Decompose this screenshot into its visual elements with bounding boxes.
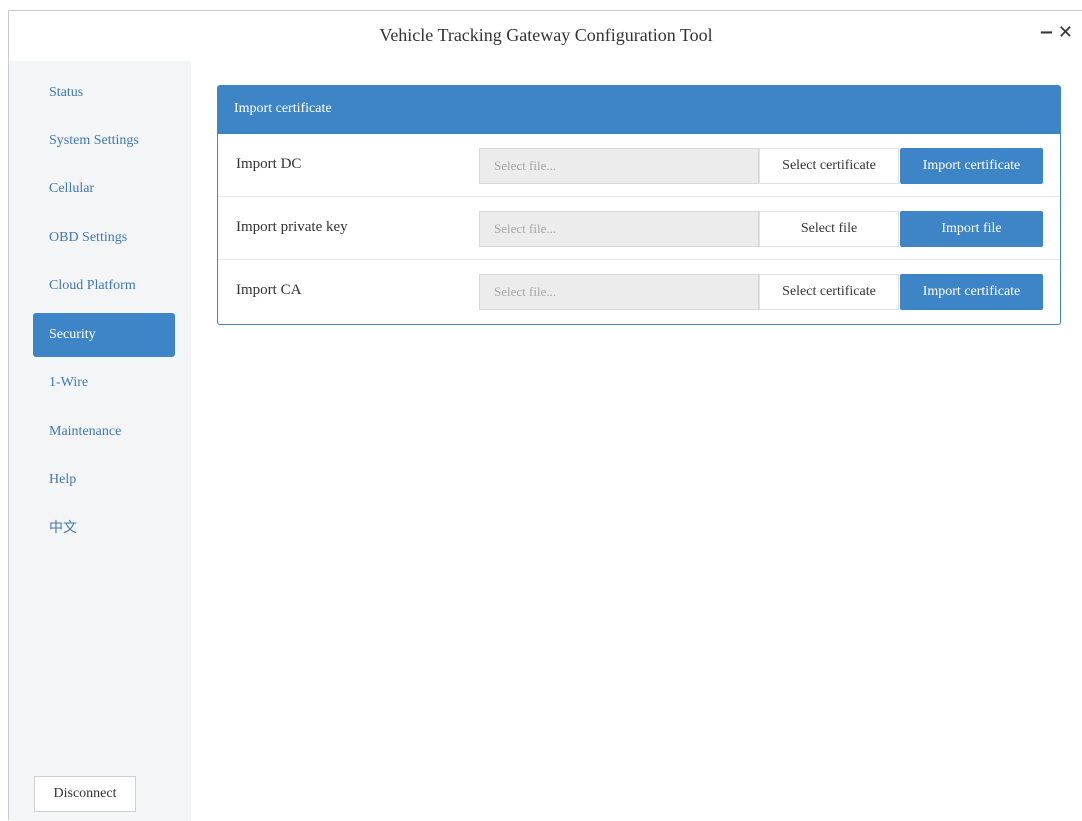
sidebar-item-help[interactable]: Help xyxy=(33,458,175,502)
close-icon[interactable]: ✕ xyxy=(1058,21,1073,45)
sidebar-item-cloud-platform[interactable]: Cloud Platform xyxy=(33,264,175,308)
app-window: Vehicle Tracking Gateway Configuration T… xyxy=(8,10,1082,821)
import-dc-file-input[interactable] xyxy=(479,148,759,184)
import-private-key-label: Import private key xyxy=(236,219,348,235)
sidebar-item-maintenance[interactable]: Maintenance xyxy=(33,410,175,454)
import-dc-label: Import DC xyxy=(236,156,302,172)
sidebar: Status System Settings Cellular OBD Sett… xyxy=(9,61,191,821)
sidebar-item-cellular[interactable]: Cellular xyxy=(33,167,175,211)
select-private-key-file-button[interactable]: Select file xyxy=(759,211,899,247)
disconnect-button[interactable]: Disconnect xyxy=(34,776,136,812)
title-bar: Vehicle Tracking Gateway Configuration T… xyxy=(9,11,1082,61)
sidebar-item-status[interactable]: Status xyxy=(33,71,175,115)
sidebar-item-system-settings[interactable]: System Settings xyxy=(33,119,175,163)
import-private-key-row: Import private key Select file Import fi… xyxy=(218,197,1060,260)
main-content: Import certificate Import DC Select cert… xyxy=(191,61,1082,821)
select-ca-certificate-button[interactable]: Select certificate xyxy=(759,274,899,310)
window-controls: − ✕ xyxy=(1039,21,1073,45)
sidebar-item-language[interactable]: 中文 xyxy=(33,507,175,551)
sidebar-item-1-wire[interactable]: 1-Wire xyxy=(33,361,175,405)
window-title: Vehicle Tracking Gateway Configuration T… xyxy=(379,25,713,45)
sidebar-item-security[interactable]: Security xyxy=(33,313,175,357)
import-dc-row: Import DC Select certificate Import cert… xyxy=(218,134,1060,197)
select-dc-certificate-button[interactable]: Select certificate xyxy=(759,148,899,184)
sidebar-item-obd-settings[interactable]: OBD Settings xyxy=(33,216,175,260)
panel-header: Import certificate xyxy=(218,86,1060,134)
import-certificate-panel: Import certificate Import DC Select cert… xyxy=(217,85,1061,325)
import-ca-label: Import CA xyxy=(236,282,302,298)
import-ca-row: Import CA Select certificate Import cert… xyxy=(218,260,1060,323)
import-ca-file-input[interactable] xyxy=(479,274,759,310)
import-private-key-file-input[interactable] xyxy=(479,211,759,247)
minimize-icon[interactable]: − xyxy=(1039,21,1054,45)
import-ca-certificate-button[interactable]: Import certificate xyxy=(900,274,1043,310)
import-private-key-file-button[interactable]: Import file xyxy=(900,211,1043,247)
import-dc-certificate-button[interactable]: Import certificate xyxy=(900,148,1043,184)
